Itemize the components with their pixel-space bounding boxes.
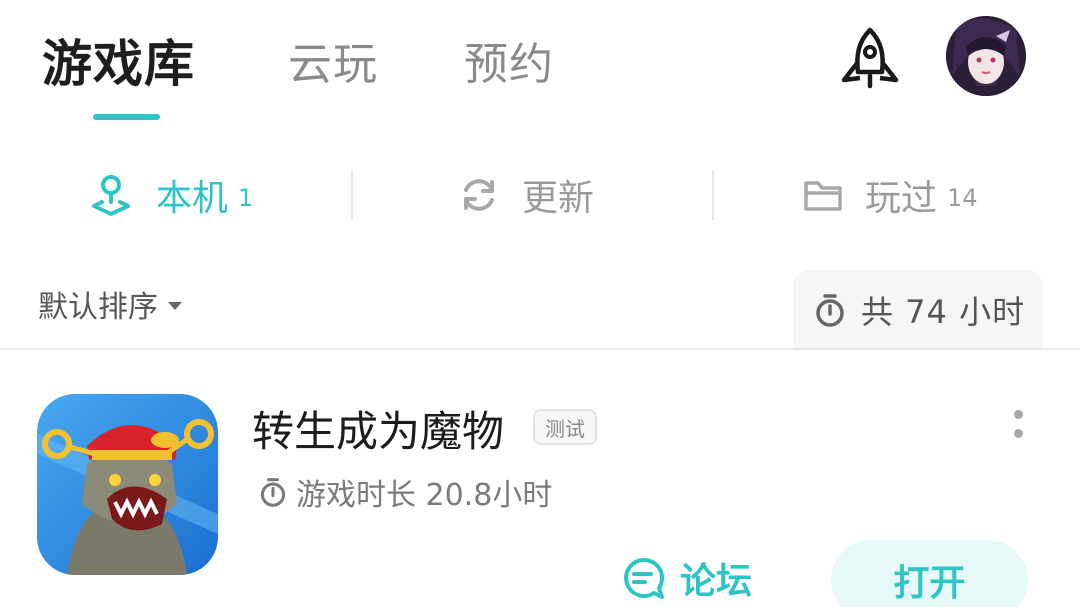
sort-dropdown[interactable]: 默认排序: [38, 282, 182, 326]
tab-divider: [351, 170, 353, 220]
tab-update-label: 更新: [522, 178, 595, 219]
total-playtime: 共 74 小时: [793, 270, 1043, 350]
sub-tab-bar: 本机 1 更新 玩过 14: [0, 160, 1080, 230]
stopwatch-icon: [260, 478, 286, 507]
caret-down-icon: [168, 302, 182, 310]
section-divider: [0, 348, 1080, 350]
sort-label: 默认排序: [38, 290, 158, 325]
play-duration: 游戏时长 20.8小时: [258, 470, 552, 514]
top-tab-bar: 游戏库 云玩 预约: [0, 0, 1080, 130]
tab-cloud-play[interactable]: 云玩: [288, 28, 378, 92]
refresh-icon: [464, 179, 494, 211]
tab-game-library[interactable]: 游戏库: [42, 24, 195, 96]
forum-button[interactable]: 论坛: [620, 552, 752, 604]
play-duration-text: 游戏时长 20.8小时: [296, 478, 553, 513]
tab-played-label: 玩过: [865, 178, 938, 219]
local-device-icon: [92, 175, 130, 216]
folder-icon: [804, 181, 842, 211]
tab-played[interactable]: 玩过 14: [803, 160, 978, 230]
forum-label: 论坛: [680, 561, 753, 602]
tab-played-count: 14: [947, 184, 978, 212]
more-options-icon[interactable]: [1010, 410, 1026, 450]
rocket-icon[interactable]: [836, 26, 904, 92]
tab-divider: [712, 170, 714, 220]
game-title[interactable]: 转生成为魔物: [252, 398, 504, 459]
tab-update[interactable]: 更新: [458, 160, 594, 230]
game-icon[interactable]: [37, 394, 218, 575]
tab-local-count: 1: [238, 184, 254, 212]
tab-local[interactable]: 本机 1: [88, 160, 253, 230]
active-tab-indicator: [93, 114, 160, 120]
test-badge: 测试: [533, 409, 597, 445]
total-playtime-text: 共 74 小时: [861, 293, 1026, 331]
open-game-button[interactable]: 打开: [831, 540, 1028, 607]
tab-local-label: 本机: [156, 178, 229, 219]
stopwatch-icon: [816, 294, 844, 327]
avatar[interactable]: [946, 16, 1026, 96]
forum-chat-icon: [624, 557, 665, 599]
tab-reserve[interactable]: 预约: [464, 28, 554, 92]
